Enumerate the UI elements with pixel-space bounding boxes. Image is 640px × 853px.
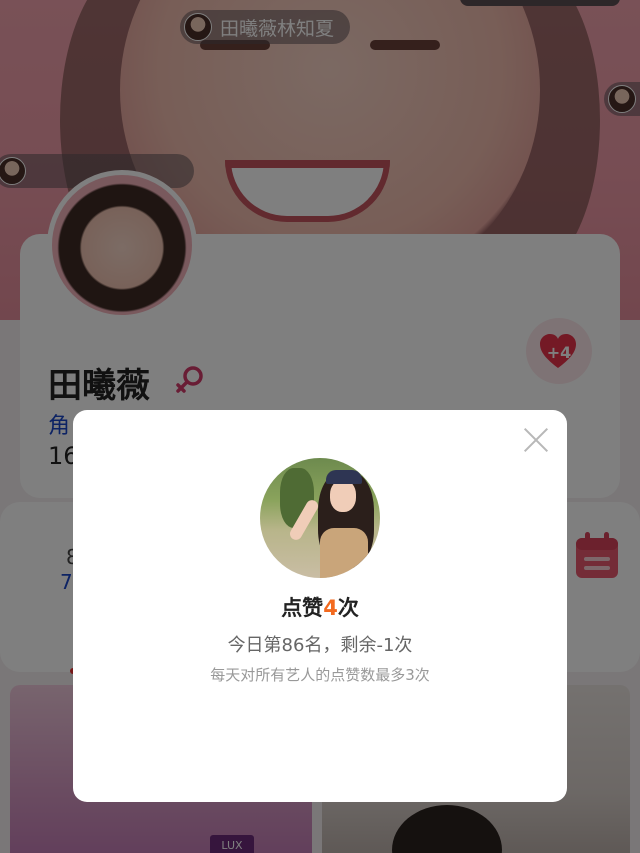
- title-prefix: 点赞: [281, 596, 324, 620]
- photo-shirt: [320, 528, 368, 578]
- dialog-artist-avatar: [260, 458, 380, 578]
- photo-face: [330, 480, 356, 512]
- dialog-title: 点赞4次: [0, 592, 640, 622]
- photo-cap: [326, 470, 362, 484]
- close-icon[interactable]: [522, 426, 550, 454]
- title-suffix: 次: [337, 596, 359, 620]
- dialog-rank-text: 今日第86名，剩余-1次: [227, 635, 413, 656]
- like-count-highlight: 4: [323, 596, 338, 620]
- dialog-limit-note: 每天对所有艺人的点赞数最多3次: [210, 666, 430, 684]
